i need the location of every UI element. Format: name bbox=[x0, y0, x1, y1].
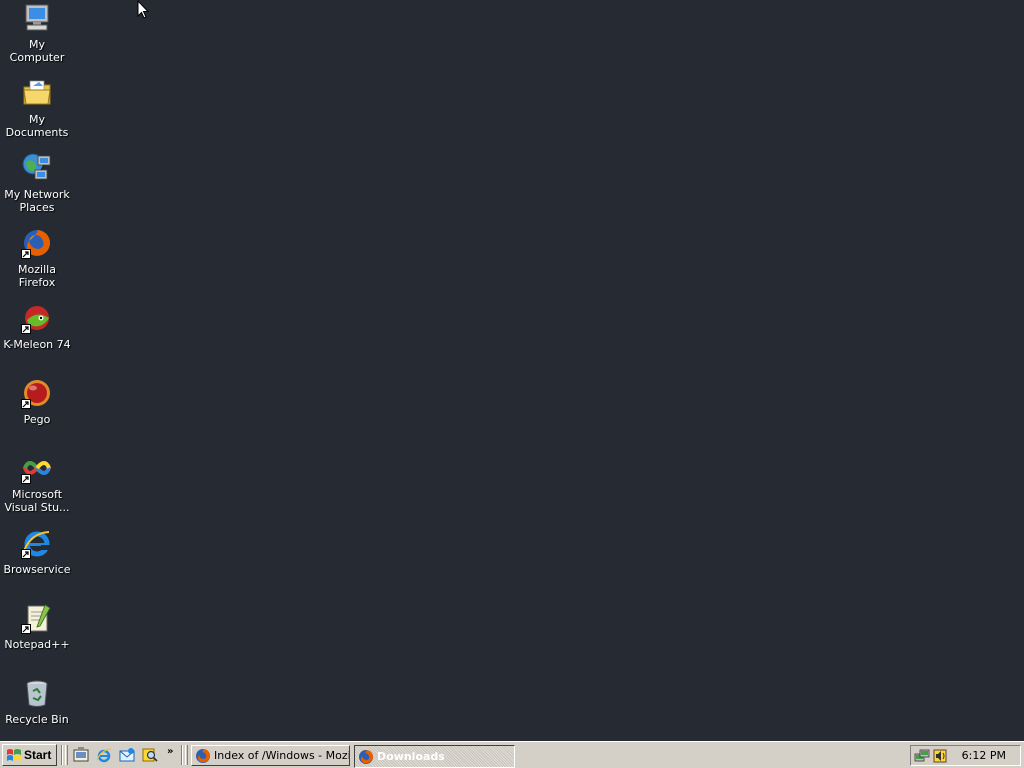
shortcut-arrow-icon bbox=[21, 249, 31, 259]
desktop-icon-recycle-bin[interactable]: Recycle Bin bbox=[0, 677, 74, 726]
taskbar-separator bbox=[181, 745, 183, 765]
shortcut-arrow-icon bbox=[21, 324, 31, 334]
desktop-icon-my-network-places[interactable]: My Network Places bbox=[0, 152, 74, 214]
computer-icon bbox=[21, 2, 53, 34]
desktop-icon-my-documents[interactable]: My Documents bbox=[0, 77, 74, 139]
network-places-icon bbox=[21, 152, 53, 184]
taskbar: Start » Index of /Windows - Mozil... Dow… bbox=[0, 741, 1024, 768]
recycle-bin-icon bbox=[21, 677, 53, 709]
pego-icon bbox=[21, 377, 53, 409]
task-button-index-of-windows[interactable]: Index of /Windows - Mozil... bbox=[191, 745, 350, 766]
desktop-icon-label: My Network Places bbox=[4, 188, 70, 214]
desktop-icon-label: K-Meleon 74 bbox=[3, 338, 71, 351]
system-tray: 6:12 PM bbox=[910, 745, 1021, 766]
shortcut-arrow-icon bbox=[21, 624, 31, 634]
desktop-icon-label: My Computer bbox=[9, 38, 65, 64]
internet-explorer-icon bbox=[21, 527, 53, 559]
firefox-icon bbox=[21, 227, 53, 259]
desktop-icon-label: Microsoft Visual Stu... bbox=[4, 488, 70, 514]
desktop-icon-label: My Documents bbox=[5, 113, 69, 139]
firefox-icon bbox=[196, 748, 210, 763]
k-meleon-icon bbox=[21, 302, 53, 334]
desktop-icon-notepad-plus-plus[interactable]: Notepad++ bbox=[0, 602, 74, 651]
mouse-pointer-icon bbox=[137, 0, 149, 19]
documents-folder-icon bbox=[21, 77, 53, 109]
desktop-icon-label: Mozilla Firefox bbox=[18, 263, 56, 289]
shortcut-arrow-icon bbox=[21, 474, 31, 484]
desktop-icon-my-computer[interactable]: My Computer bbox=[0, 2, 74, 64]
notepad-plus-plus-icon bbox=[21, 602, 53, 634]
toolbar-grip[interactable] bbox=[65, 745, 68, 765]
desktop-icon-mozilla-firefox[interactable]: Mozilla Firefox bbox=[0, 227, 74, 289]
desktop[interactable]: My Computer My Documents My Network Plac… bbox=[0, 0, 1024, 741]
quick-launch-overflow-button[interactable]: » bbox=[167, 746, 173, 757]
volume-icon[interactable] bbox=[932, 748, 948, 764]
shortcut-arrow-icon bbox=[21, 549, 31, 559]
internet-explorer-icon[interactable] bbox=[96, 747, 112, 763]
desktop-icon-k-meleon[interactable]: K-Meleon 74 bbox=[0, 302, 74, 351]
visual-studio-icon bbox=[21, 452, 53, 484]
shortcut-arrow-icon bbox=[21, 399, 31, 409]
show-desktop-icon[interactable] bbox=[73, 747, 89, 763]
clock[interactable]: 6:12 PM bbox=[962, 749, 1006, 762]
start-label: Start bbox=[24, 748, 52, 762]
desktop-icon-label: Notepad++ bbox=[4, 638, 70, 651]
network-icon[interactable] bbox=[914, 748, 930, 764]
desktop-icon-microsoft-visual-studio[interactable]: Microsoft Visual Stu... bbox=[0, 452, 74, 514]
taskbar-separator bbox=[61, 745, 63, 765]
search-icon[interactable] bbox=[142, 747, 158, 763]
toolbar-grip[interactable] bbox=[185, 745, 188, 765]
start-button[interactable]: Start bbox=[2, 744, 57, 766]
desktop-icon-label: Browservice bbox=[3, 563, 71, 576]
task-button-label: Downloads bbox=[377, 750, 445, 763]
task-button-label: Index of /Windows - Mozil... bbox=[214, 749, 350, 762]
desktop-icon-browservice[interactable]: Browservice bbox=[0, 527, 74, 576]
desktop-icon-label: Recycle Bin bbox=[5, 713, 69, 726]
windows-flag-icon bbox=[7, 749, 21, 761]
outlook-express-icon[interactable] bbox=[119, 747, 135, 763]
firefox-icon bbox=[359, 749, 373, 764]
desktop-icon-label: Pego bbox=[23, 413, 51, 426]
desktop-icon-pego[interactable]: Pego bbox=[0, 377, 74, 426]
task-button-downloads[interactable]: Downloads bbox=[354, 745, 515, 768]
